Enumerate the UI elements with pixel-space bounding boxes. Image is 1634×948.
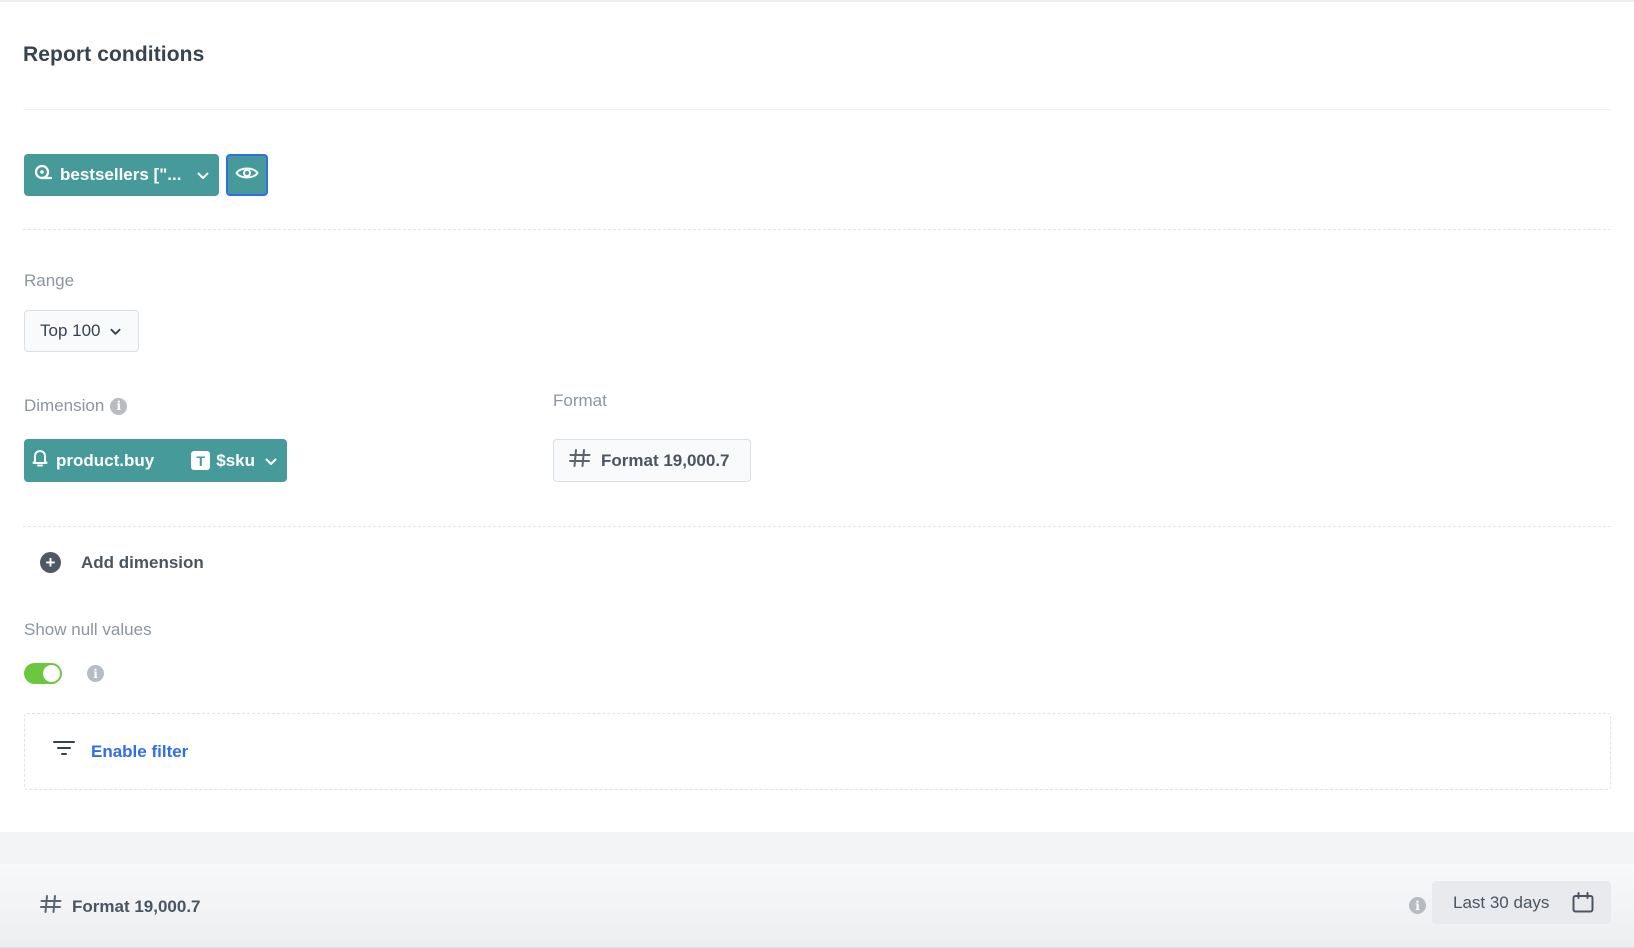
aggregate-select[interactable]: bestsellers ["... — [24, 154, 219, 196]
chevron-down-icon — [197, 165, 209, 185]
format-label: Format — [553, 391, 607, 410]
add-dimension-button[interactable]: + Add dimension — [40, 552, 204, 573]
preview-aggregate-button[interactable] — [226, 154, 268, 196]
format-button[interactable]: Format 19,000.7 — [553, 439, 751, 482]
hash-icon — [569, 448, 591, 473]
chevron-down-icon — [109, 321, 121, 341]
enable-filter-link[interactable]: Enable filter — [53, 740, 188, 763]
search-aggregate-icon — [34, 164, 53, 187]
show-null-values-toggle[interactable] — [24, 663, 62, 684]
date-range-button[interactable]: Last 30 days — [1432, 881, 1611, 924]
range-select[interactable]: Top 100 — [24, 310, 139, 352]
preview-format: Format 19,000.7 — [40, 894, 201, 919]
bell-icon — [32, 448, 48, 473]
section-divider — [23, 526, 1611, 527]
preview-format-value: Format 19,000.7 — [72, 896, 201, 916]
aggregate-label: bestsellers ["... — [60, 165, 182, 184]
info-icon[interactable]: i — [110, 397, 128, 415]
add-dimension-label: Add dimension — [81, 552, 204, 572]
info-icon[interactable]: i — [87, 665, 104, 682]
enable-filter-label: Enable filter — [91, 741, 189, 761]
preview-bar: Format 19,000.7 i Last 30 days — [0, 864, 1634, 948]
filter-icon — [53, 740, 91, 763]
plus-circle-icon: + — [40, 552, 61, 573]
eye-icon — [235, 165, 259, 186]
show-null-values-label: Show null values — [24, 620, 152, 639]
text-type-icon: T — [191, 451, 211, 470]
title-divider — [23, 109, 1611, 110]
dimension-param: T $sku — [191, 451, 277, 471]
dimension-label: Dimension — [24, 396, 105, 415]
dimension-select[interactable]: product.buy T $sku — [24, 439, 287, 482]
info-icon[interactable]: i — [1409, 897, 1426, 914]
hash-icon — [40, 894, 72, 919]
dimension-label-row: Dimension i — [24, 396, 128, 416]
page-title: Report conditions — [23, 43, 205, 66]
report-conditions-panel: Report conditions bestsellers ["... Rang… — [0, 2, 1634, 832]
filter-section: Enable filter — [24, 713, 1611, 790]
toggle-knob — [43, 665, 60, 682]
dimension-event: product.buy — [56, 450, 155, 470]
range-label: Range — [24, 271, 75, 290]
dimension-param-name: $sku — [216, 450, 255, 470]
chevron-down-icon — [265, 451, 277, 471]
range-value: Top 100 — [40, 321, 101, 340]
format-value: Format 19,000.7 — [601, 450, 730, 470]
date-range-label: Last 30 days — [1453, 892, 1550, 912]
section-divider — [23, 229, 1611, 230]
